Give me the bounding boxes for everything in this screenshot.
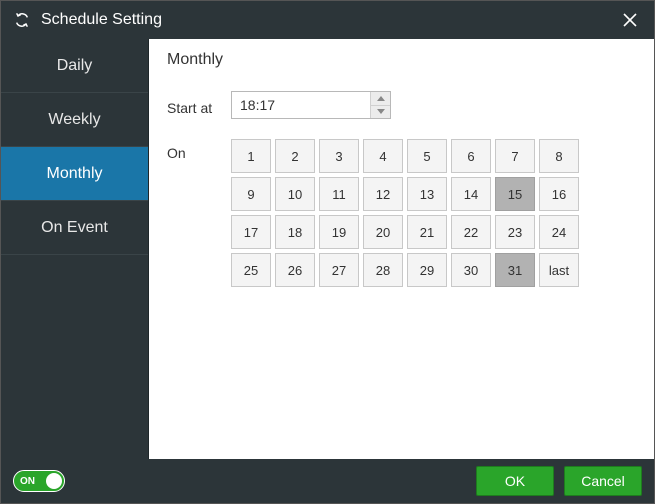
- day-button-10[interactable]: 10: [275, 177, 315, 211]
- on-row: On 1234567891011121314151617181920212223…: [167, 139, 636, 287]
- days-grid: 1234567891011121314151617181920212223242…: [231, 139, 579, 287]
- spinner-down-button[interactable]: [371, 106, 390, 119]
- toggle-label: ON: [20, 476, 35, 487]
- sidebar-item-monthly[interactable]: Monthly: [1, 147, 148, 201]
- day-button-9[interactable]: 9: [231, 177, 271, 211]
- start-time-input[interactable]: 18:17: [232, 92, 370, 118]
- sync-icon: [13, 11, 31, 29]
- day-button-24[interactable]: 24: [539, 215, 579, 249]
- day-button-4[interactable]: 4: [363, 139, 403, 173]
- content-panel: Monthly Start at 18:17 On: [149, 39, 654, 459]
- enable-toggle[interactable]: ON: [13, 470, 65, 492]
- day-button-23[interactable]: 23: [495, 215, 535, 249]
- day-button-14[interactable]: 14: [451, 177, 491, 211]
- titlebar: Schedule Setting: [1, 1, 654, 39]
- schedule-setting-window: Schedule Setting DailyWeeklyMonthlyOn Ev…: [0, 0, 655, 504]
- day-button-3[interactable]: 3: [319, 139, 359, 173]
- day-button-15[interactable]: 15: [495, 177, 535, 211]
- day-button-2[interactable]: 2: [275, 139, 315, 173]
- day-button-7[interactable]: 7: [495, 139, 535, 173]
- day-button-31[interactable]: 31: [495, 253, 535, 287]
- day-button-28[interactable]: 28: [363, 253, 403, 287]
- sidebar-item-weekly[interactable]: Weekly: [1, 93, 148, 147]
- start-at-label: Start at: [167, 94, 231, 116]
- start-time-spinner[interactable]: 18:17: [231, 91, 391, 119]
- window-title: Schedule Setting: [41, 11, 618, 29]
- content-title: Monthly: [167, 51, 636, 69]
- spinner-buttons: [370, 92, 390, 118]
- chevron-down-icon: [377, 109, 385, 114]
- chevron-up-icon: [377, 96, 385, 101]
- sidebar-item-on-event[interactable]: On Event: [1, 201, 148, 255]
- day-button-13[interactable]: 13: [407, 177, 447, 211]
- start-at-row: Start at 18:17: [167, 91, 636, 119]
- day-button-27[interactable]: 27: [319, 253, 359, 287]
- day-button-29[interactable]: 29: [407, 253, 447, 287]
- day-button-8[interactable]: 8: [539, 139, 579, 173]
- day-button-25[interactable]: 25: [231, 253, 271, 287]
- toggle-knob: [46, 473, 62, 489]
- body: DailyWeeklyMonthlyOn Event Monthly Start…: [1, 39, 654, 459]
- day-button-18[interactable]: 18: [275, 215, 315, 249]
- day-button-5[interactable]: 5: [407, 139, 447, 173]
- day-button-21[interactable]: 21: [407, 215, 447, 249]
- close-icon: [623, 13, 637, 27]
- day-button-1[interactable]: 1: [231, 139, 271, 173]
- ok-button[interactable]: OK: [476, 466, 554, 496]
- day-button-16[interactable]: 16: [539, 177, 579, 211]
- day-button-19[interactable]: 19: [319, 215, 359, 249]
- day-button-30[interactable]: 30: [451, 253, 491, 287]
- footer: ON OK Cancel: [1, 459, 654, 503]
- day-button-20[interactable]: 20: [363, 215, 403, 249]
- close-button[interactable]: [618, 8, 642, 32]
- day-button-22[interactable]: 22: [451, 215, 491, 249]
- day-button-6[interactable]: 6: [451, 139, 491, 173]
- day-button-26[interactable]: 26: [275, 253, 315, 287]
- on-label: On: [167, 139, 231, 161]
- day-button-11[interactable]: 11: [319, 177, 359, 211]
- day-button-12[interactable]: 12: [363, 177, 403, 211]
- cancel-button[interactable]: Cancel: [564, 466, 642, 496]
- day-button-17[interactable]: 17: [231, 215, 271, 249]
- day-button-last[interactable]: last: [539, 253, 579, 287]
- sidebar: DailyWeeklyMonthlyOn Event: [1, 39, 149, 459]
- sidebar-item-daily[interactable]: Daily: [1, 39, 148, 93]
- spinner-up-button[interactable]: [371, 92, 390, 106]
